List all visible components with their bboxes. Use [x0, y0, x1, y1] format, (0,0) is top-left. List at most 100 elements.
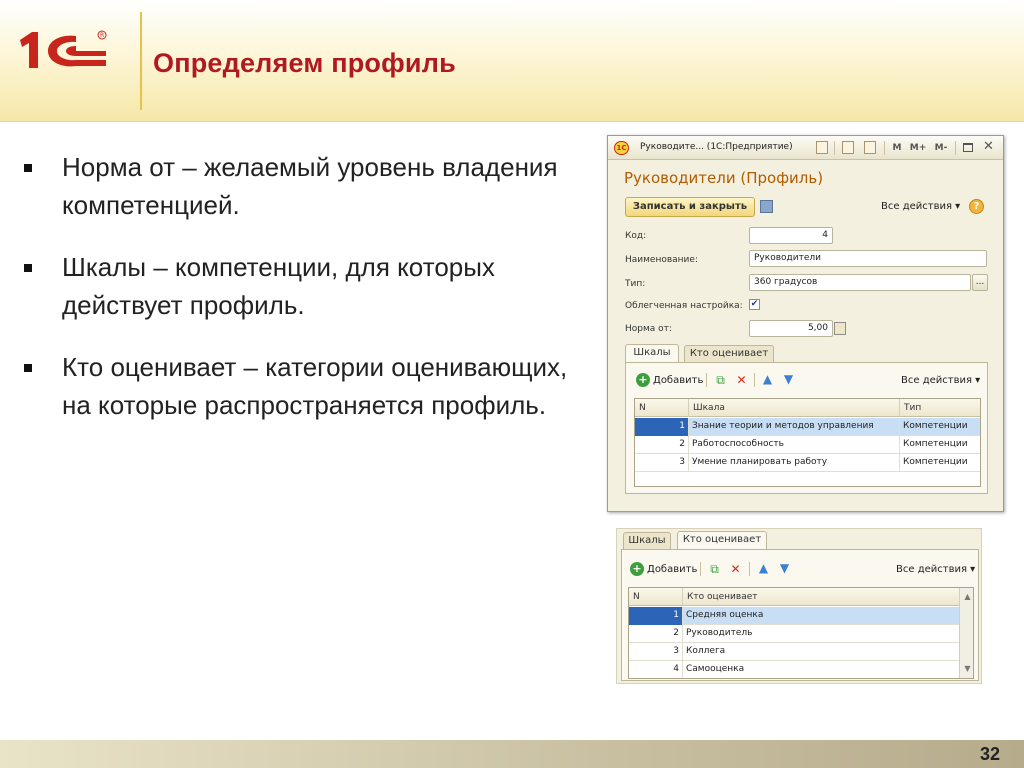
tab-scales[interactable]: Шкалы [623, 532, 671, 550]
column-header-n[interactable]: N [635, 399, 689, 417]
scroll-up-icon[interactable]: ▲ [961, 590, 973, 603]
name-field[interactable]: Руководители [749, 250, 987, 267]
type-field[interactable]: 360 градусов [749, 274, 971, 291]
delete-icon[interactable]: ✕ [729, 563, 742, 576]
bullet-item: Норма от – желаемый уровень владения ком… [24, 148, 584, 224]
type-label: Тип: [625, 279, 646, 289]
move-up-icon[interactable]: ▲ [761, 373, 774, 386]
form-heading: Руководители (Профиль) [624, 169, 824, 187]
slide-footer: 32 [0, 740, 1024, 768]
row-number: 4 [629, 661, 683, 678]
list-icon[interactable] [842, 141, 854, 154]
table-row[interactable]: 4 Самооценка [629, 661, 959, 678]
table-row[interactable]: 2 Руководитель [629, 625, 959, 643]
bullet-square-icon [24, 264, 32, 272]
evaluators-table: N Кто оценивает 1 Средняя оценка 2 Руков… [628, 587, 974, 679]
bullet-item: Шкалы – компетенции, для которых действу… [24, 248, 584, 324]
table-all-actions-menu[interactable]: Все действия ▾ [901, 375, 980, 386]
copy-icon[interactable]: ⧉ [708, 563, 721, 576]
favorites-icon[interactable] [816, 141, 828, 154]
bullet-square-icon [24, 364, 32, 372]
move-up-icon[interactable]: ▲ [757, 562, 770, 575]
command-separator [754, 373, 755, 387]
column-header-scale[interactable]: Шкала [689, 399, 900, 417]
evaluators-panel: Шкалы Кто оценивает + Добавить ⧉ ✕ ▲ ▼ В… [616, 528, 982, 684]
profile-form-window: 1С Руководите... (1С:Предприятие) M M+ M… [607, 135, 1004, 512]
row-evaluator: Самооценка [686, 664, 745, 674]
tab-evaluators[interactable]: Кто оценивает [677, 531, 767, 550]
header-divider [140, 12, 142, 110]
table-scrollbar[interactable]: ▲ ▼ [959, 588, 973, 678]
table-row[interactable]: 3 Коллега [629, 643, 959, 661]
row-number: 3 [629, 643, 683, 661]
row-evaluator: Коллега [686, 646, 726, 656]
column-header-n[interactable]: N [629, 588, 683, 606]
command-separator [706, 373, 707, 387]
column-header-type[interactable]: Тип [900, 399, 980, 417]
memory-minus-button[interactable]: M- [932, 141, 950, 155]
all-actions-menu[interactable]: Все действия ▾ [881, 201, 960, 212]
code-field[interactable]: 4 [749, 227, 833, 244]
memory-button[interactable]: M [891, 141, 903, 155]
bullet-text: Шкалы – компетенции, для которых действу… [62, 252, 495, 320]
table-header: N Шкала Тип [635, 399, 980, 417]
row-scale: Работоспособность [689, 436, 900, 454]
simplified-setup-checkbox[interactable]: ✔ [749, 299, 760, 310]
save-and-close-button[interactable]: Записать и закрыть [625, 197, 755, 217]
1c-app-icon: 1С [614, 141, 629, 155]
column-header-who-evaluates[interactable]: Кто оценивает [683, 588, 959, 606]
slide-header: R Определяем профиль [0, 0, 1024, 122]
bullet-text: Кто оценивает – категории оценивающих, н… [62, 352, 568, 420]
save-disk-icon[interactable] [760, 200, 773, 213]
add-button[interactable]: Добавить [653, 375, 703, 386]
slide-title: Определяем профиль [153, 48, 456, 78]
norm-from-field[interactable]: 5,00 [749, 320, 833, 337]
norm-from-label: Норма от: [625, 324, 672, 334]
table-row[interactable]: 3 Умение планировать работу Компетенции [635, 454, 980, 472]
add-icon[interactable]: + [630, 562, 644, 576]
delete-icon[interactable]: ✕ [735, 374, 748, 387]
bullet-square-icon [24, 164, 32, 172]
move-down-icon[interactable]: ▼ [778, 562, 791, 575]
row-number: 1 [635, 418, 689, 436]
add-icon[interactable]: + [636, 373, 650, 387]
close-icon[interactable]: ✕ [983, 139, 994, 154]
table-row[interactable]: 1 Средняя оценка [629, 607, 959, 625]
page-number: 32 [979, 744, 1000, 764]
calendar-icon[interactable] [864, 141, 876, 154]
copy-icon[interactable]: ⧉ [714, 374, 727, 387]
add-button[interactable]: Добавить [647, 564, 697, 575]
help-icon[interactable]: ? [969, 199, 984, 214]
1c-logo: R [18, 26, 114, 74]
table-row[interactable]: 1 Знание теории и методов управления Ком… [635, 418, 980, 436]
move-down-icon[interactable]: ▼ [782, 373, 795, 386]
scroll-down-icon[interactable]: ▼ [961, 662, 973, 675]
row-type: Компетенции [903, 439, 968, 449]
row-scale: Умение планировать работу [689, 454, 900, 472]
memory-plus-button[interactable]: M+ [909, 141, 927, 155]
calculator-icon[interactable] [834, 322, 846, 335]
command-separator [749, 562, 750, 576]
row-number: 3 [635, 454, 689, 472]
tab-scales[interactable]: Шкалы [625, 344, 679, 363]
bullet-item: Кто оценивает – категории оценивающих, н… [24, 348, 584, 424]
type-select-button[interactable]: ... [972, 274, 988, 291]
scales-table: N Шкала Тип 1 Знание теории и методов уп… [634, 398, 981, 487]
name-label: Наименование: [625, 255, 698, 265]
row-type: Компетенции [903, 457, 968, 467]
maximize-icon[interactable] [963, 143, 973, 152]
tab-evaluators[interactable]: Кто оценивает [684, 345, 774, 363]
toolbar-separator [834, 141, 835, 155]
simplified-setup-label: Облегченная настройка: [625, 301, 743, 311]
row-type: Компетенции [903, 421, 968, 431]
window-title: Руководите... (1С:Предприятие) [640, 142, 793, 152]
row-evaluator: Руководитель [686, 628, 753, 638]
scales-tab-panel: + Добавить ⧉ ✕ ▲ ▼ Все действия ▾ N Шкал… [625, 362, 988, 494]
window-titlebar[interactable]: 1С Руководите... (1С:Предприятие) M M+ M… [608, 136, 1003, 160]
bullet-text: Норма от – желаемый уровень владения ком… [62, 152, 558, 220]
code-label: Код: [625, 231, 647, 241]
row-number: 2 [629, 625, 683, 643]
table-all-actions-menu[interactable]: Все действия ▾ [896, 564, 975, 575]
evaluators-tab-panel: + Добавить ⧉ ✕ ▲ ▼ Все действия ▾ N Кто … [621, 549, 979, 681]
table-row[interactable]: 2 Работоспособность Компетенции [635, 436, 980, 454]
